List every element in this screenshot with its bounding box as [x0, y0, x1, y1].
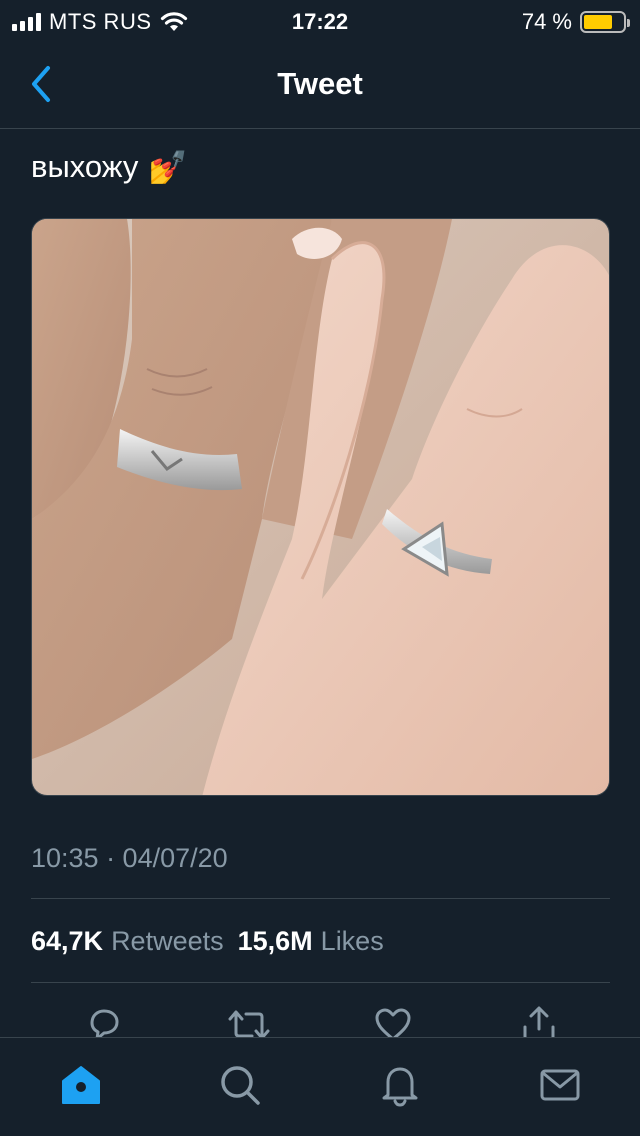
likes-label: Likes: [320, 926, 384, 956]
status-bar: MTS RUS 17:22 74 %: [0, 0, 640, 42]
battery-icon: [580, 11, 630, 33]
tweet-actions: [0, 1005, 640, 1037]
tweet-stats: 64,7K Retweets 15,6M Likes: [31, 926, 384, 957]
nav-bar: Tweet: [0, 42, 640, 129]
battery-fill: [584, 15, 613, 29]
retweet-icon: [228, 1010, 270, 1037]
tab-search[interactable]: [218, 1063, 262, 1107]
tab-messages[interactable]: [538, 1063, 582, 1107]
bell-icon: [382, 1067, 418, 1107]
retweets-stat[interactable]: 64,7K Retweets: [31, 926, 224, 957]
retweets-count: 64,7K: [31, 926, 104, 956]
heart-icon: [375, 1008, 411, 1037]
share-button[interactable]: [519, 1005, 559, 1037]
reply-button[interactable]: [84, 1005, 124, 1037]
tweet-photo[interactable]: [31, 218, 610, 796]
comment-icon: [90, 1009, 119, 1037]
tweet-timestamp: 10:35 · 04/07/20: [31, 843, 228, 873]
divider: [31, 898, 610, 899]
retweets-label: Retweets: [111, 926, 224, 956]
hands-with-rings-image: [32, 219, 609, 795]
home-icon: [62, 1066, 100, 1104]
search-icon: [221, 1066, 260, 1105]
nail-polish-emoji: 💅: [148, 149, 189, 185]
mail-icon: [540, 1069, 580, 1101]
retweet-button[interactable]: [226, 1005, 270, 1037]
likes-stat[interactable]: 15,6M Likes: [238, 926, 384, 957]
status-right: 74 %: [521, 9, 630, 35]
tweet-text: выхожу 💅: [31, 148, 188, 186]
likes-count: 15,6M: [237, 926, 313, 956]
page-title: Tweet: [277, 66, 363, 101]
battery-percent: 74 %: [521, 9, 572, 34]
tab-bar: [0, 1037, 640, 1136]
tab-notifications[interactable]: [378, 1063, 422, 1107]
like-button[interactable]: [373, 1005, 413, 1037]
tab-home[interactable]: [59, 1063, 103, 1107]
tweet-text-content: выхожу: [31, 149, 139, 184]
divider: [31, 982, 610, 983]
share-icon: [523, 1006, 555, 1037]
